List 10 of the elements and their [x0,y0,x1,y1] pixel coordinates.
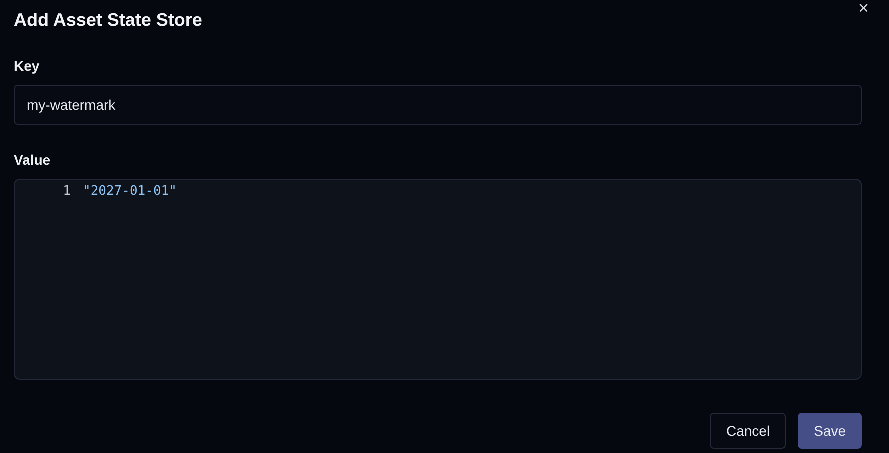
dialog-title: Add Asset State Store [14,9,202,31]
code-line: "2027-01-01" [83,183,177,201]
line-number: 1 [62,183,71,201]
code-editor[interactable]: 1 "2027-01-01" [14,179,862,380]
key-label: Key [14,57,40,75]
cancel-button[interactable]: Cancel [710,413,786,449]
value-label: Value [14,151,51,169]
key-input[interactable]: my-watermark [14,85,862,125]
save-button[interactable]: Save [798,413,862,449]
close-button[interactable]: × [858,0,869,16]
